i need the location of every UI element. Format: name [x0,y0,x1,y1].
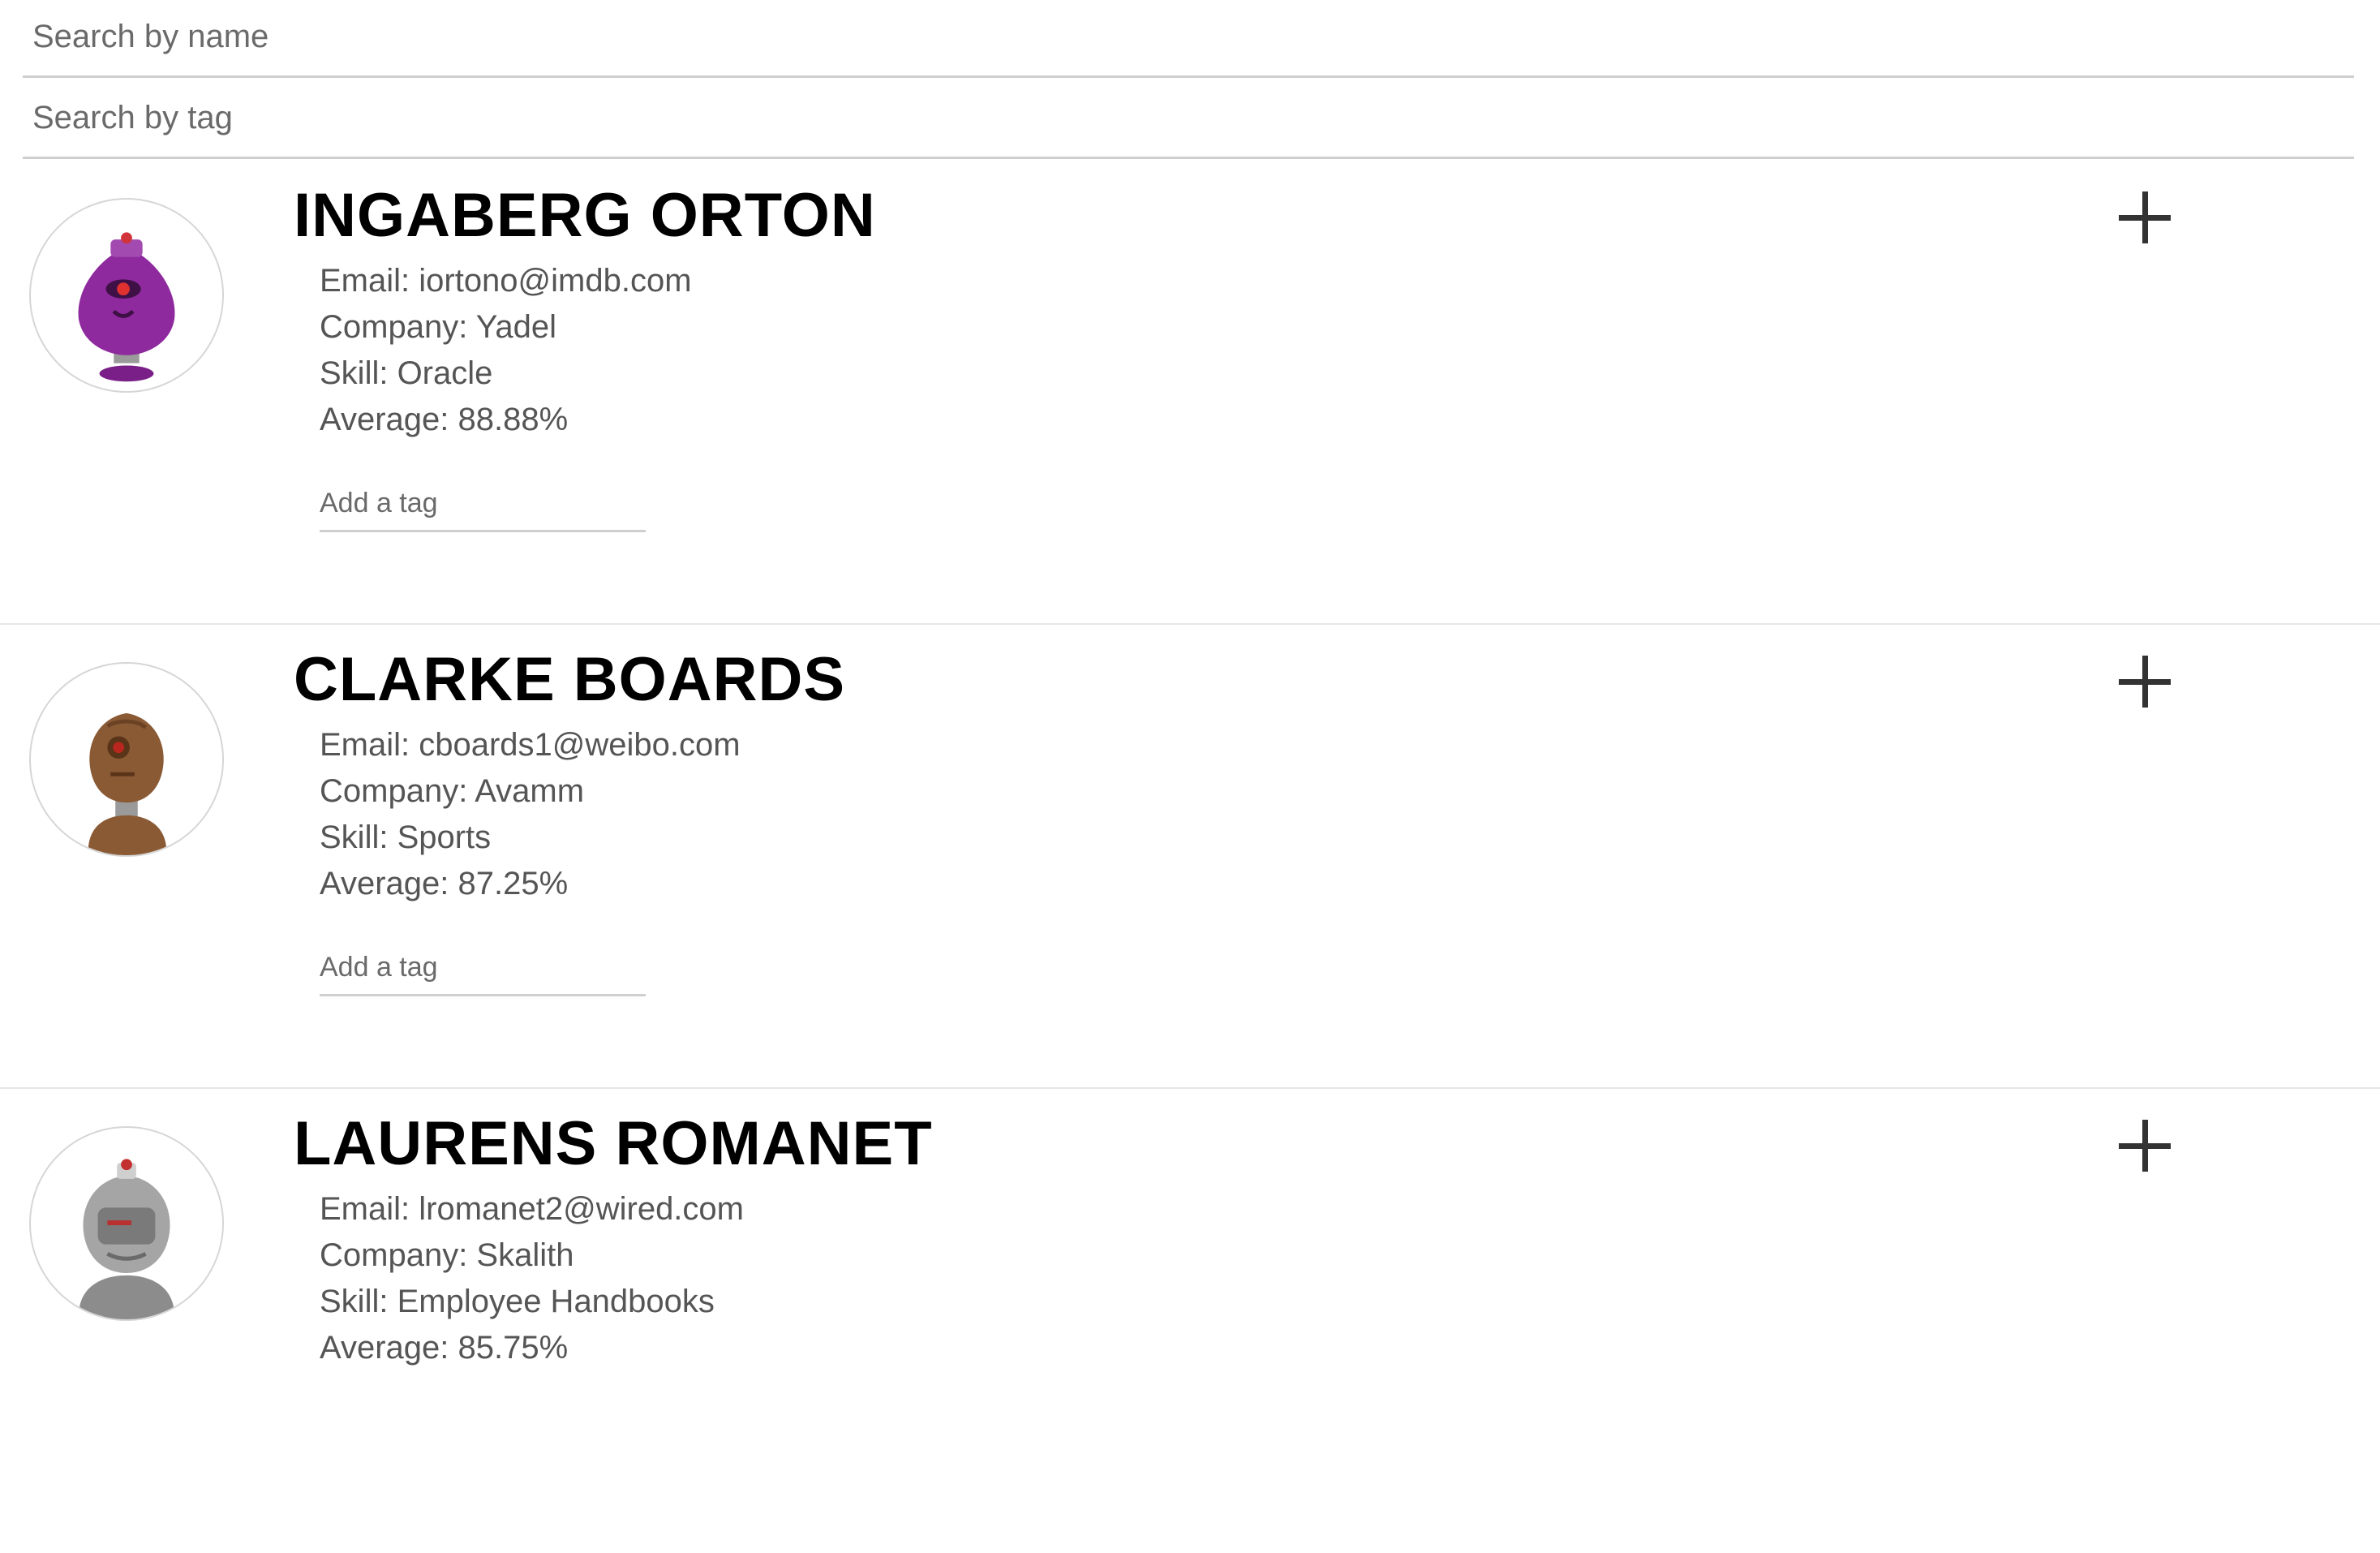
plus-icon [2119,1120,2171,1172]
add-tag-input[interactable] [320,943,646,992]
student-skill: Skill: Oracle [320,355,493,391]
student-card: INGABERG ORTON Email: iortono@imdb.com C… [0,162,2380,625]
student-name: CLARKE BOARDS [294,645,846,714]
robot-avatar-gray-icon [78,1159,175,1319]
expand-button[interactable] [2112,185,2177,250]
avatar [29,662,224,857]
plus-icon [2119,656,2171,708]
student-skill: Skill: Employee Handbooks [320,1284,715,1319]
student-company: Company: Skalith [320,1237,574,1273]
plus-icon [2119,191,2171,243]
search-name-input[interactable] [32,11,2336,62]
student-name: LAURENS ROMANET [294,1109,933,1178]
student-average: Average: 87.25% [320,866,569,901]
student-name: INGABERG ORTON [294,181,876,250]
avatar [29,1126,224,1321]
student-card: CLARKE BOARDS Email: cboards1@weibo.com … [0,626,2380,1089]
avatar [29,198,224,393]
add-tag-input[interactable] [320,479,646,527]
search-name-field[interactable] [23,0,2354,78]
expand-button[interactable] [2112,1113,2177,1178]
student-email: Email: lromanet2@wired.com [320,1191,744,1227]
student-average: Average: 88.88% [320,402,569,437]
student-company: Company: Avamm [320,773,585,809]
student-company: Company: Yadel [320,309,557,345]
add-tag-field[interactable] [320,479,646,532]
robot-avatar-purple-icon [78,232,175,382]
student-skill: Skill: Sports [320,820,492,855]
student-average: Average: 85.75% [320,1330,569,1366]
student-email: Email: iortono@imdb.com [320,263,692,299]
add-tag-field[interactable] [320,943,646,996]
search-tag-field[interactable] [23,81,2354,159]
student-details: Email: iortono@imdb.com Company: Yadel S… [320,258,692,443]
student-details: Email: cboards1@weibo.com Company: Avamm… [320,722,741,907]
student-email: Email: cboards1@weibo.com [320,727,741,763]
expand-button[interactable] [2112,649,2177,714]
robot-avatar-brown-icon [88,712,167,855]
search-tag-input[interactable] [32,92,2336,143]
student-details: Email: lromanet2@wired.com Company: Skal… [320,1186,744,1371]
student-card: LAURENS ROMANET Email: lromanet2@wired.c… [0,1091,2380,1553]
